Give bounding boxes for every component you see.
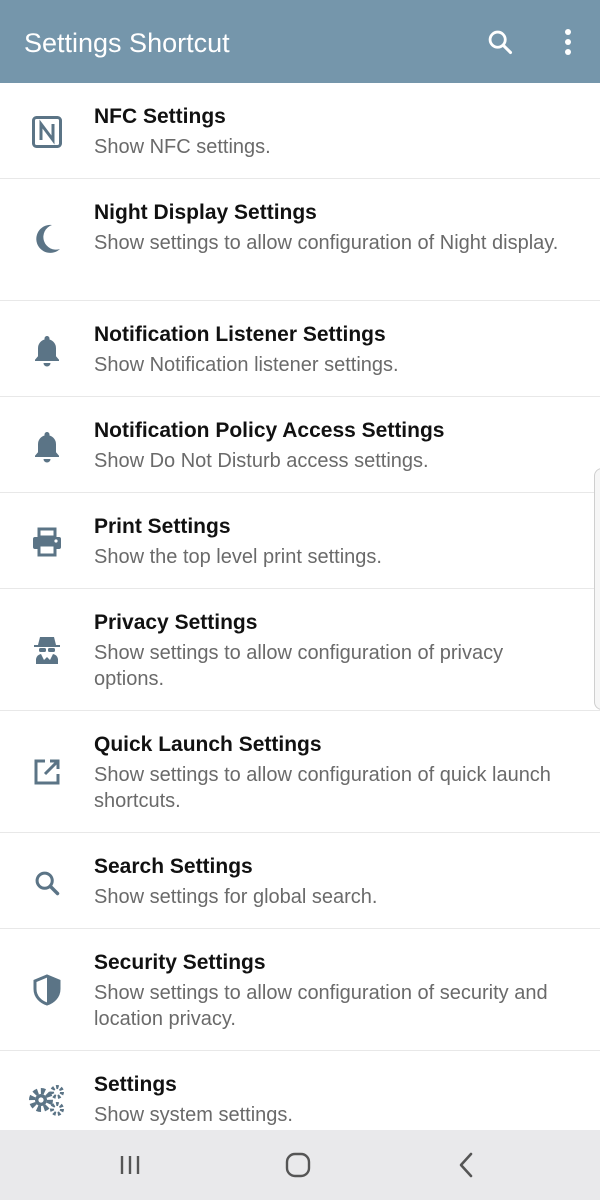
item-subtitle: Show NFC settings. [94,136,271,158]
back-icon [459,1152,473,1178]
item-title: NFC Settings [94,105,226,128]
item-title: Night Display Settings [94,201,317,224]
scrollbar-thumb[interactable] [594,468,600,710]
recents-button[interactable] [110,1145,150,1185]
system-navigation-bar [0,1130,600,1200]
more-vert-icon [565,29,571,55]
printer-icon [28,523,66,561]
list-item-privacy-settings[interactable]: Privacy Settings Show settings to allow … [0,589,600,711]
item-title: Quick Launch Settings [94,733,322,756]
recents-icon [120,1156,140,1174]
list-item-notification-listener-settings[interactable]: Notification Listener Settings Show Noti… [0,301,600,397]
nfc-icon [28,113,66,151]
item-title: Security Settings [94,951,266,974]
item-title: Privacy Settings [94,611,258,634]
item-subtitle: Show Notification listener settings. [94,354,399,376]
external-link-icon [28,753,66,791]
item-subtitle: Show system settings. [94,1104,293,1126]
item-title: Notification Listener Settings [94,323,386,346]
list-item-settings[interactable]: Settings Show system settings. [0,1051,600,1130]
settings-list: NFC Settings Show NFC settings. Night Di… [0,83,600,1130]
list-item-nfc-settings[interactable]: NFC Settings Show NFC settings. [0,83,600,179]
back-button[interactable] [446,1145,486,1185]
search-icon [488,30,513,55]
item-subtitle: Show settings to allow configuration of … [94,642,504,690]
item-title: Notification Policy Access Settings [94,419,445,442]
item-title: Settings [94,1073,177,1096]
spy-icon [28,631,66,669]
list-item-security-settings[interactable]: Security Settings Show settings to allow… [0,929,600,1051]
gears-icon [28,1081,66,1119]
list-item-quick-launch-settings[interactable]: Quick Launch Settings Show settings to a… [0,711,600,833]
moon-icon [28,220,66,258]
list-item-notification-policy-access-settings[interactable]: Notification Policy Access Settings Show… [0,397,600,493]
list-item-night-display-settings[interactable]: Night Display Settings Show settings to … [0,179,600,301]
bell-icon [28,428,66,466]
item-subtitle: Show settings to allow configuration of … [94,232,559,254]
home-button[interactable] [278,1145,318,1185]
item-subtitle: Show the top level print settings. [94,546,382,568]
item-subtitle: Show settings to allow configuration of … [94,764,551,812]
search-button[interactable] [482,24,518,60]
item-subtitle: Show Do Not Disturb access settings. [94,450,429,472]
item-title: Search Settings [94,855,253,878]
item-subtitle: Show settings for global search. [94,886,378,908]
bell-icon [28,332,66,370]
item-title: Print Settings [94,515,231,538]
search-icon [28,864,66,902]
list-item-print-settings[interactable]: Print Settings Show the top level print … [0,493,600,589]
shield-icon [28,971,66,1009]
home-icon [285,1152,311,1178]
more-options-button[interactable] [550,24,586,60]
app-bar: Settings Shortcut [0,0,600,83]
app-title: Settings Shortcut [24,28,230,58]
list-item-search-settings[interactable]: Search Settings Show settings for global… [0,833,600,929]
item-subtitle: Show settings to allow configuration of … [94,982,548,1030]
